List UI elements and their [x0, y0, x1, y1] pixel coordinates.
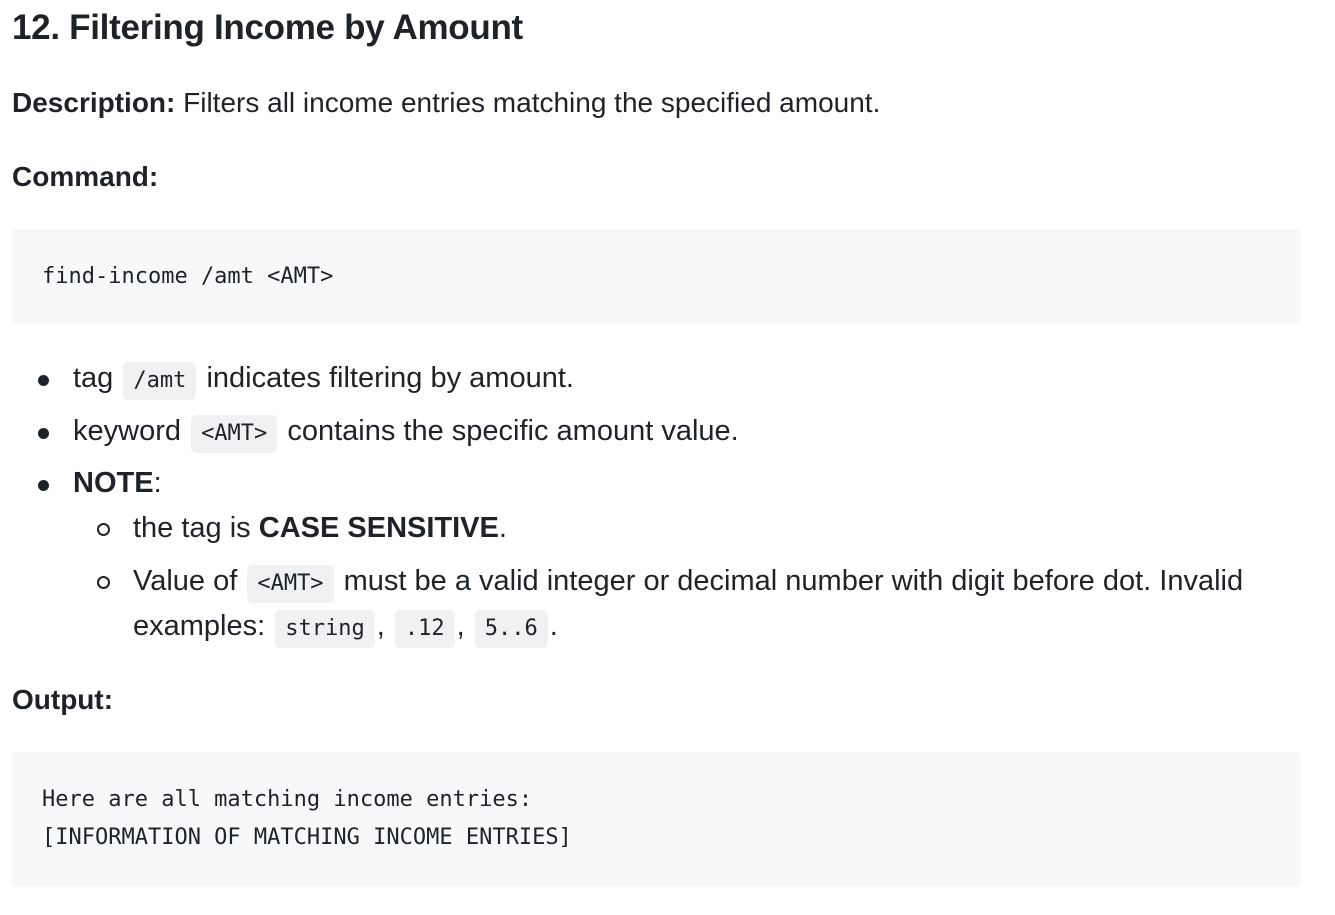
bullet-dot-icon [38, 480, 49, 491]
circle-bullet-icon [97, 576, 110, 589]
description-label: Description: [12, 87, 176, 118]
note-label: NOTE [73, 467, 154, 499]
command-code-line: find-income /amt <AMT> [42, 264, 334, 289]
command-heading: Command: [12, 159, 158, 195]
output-heading: Output: [12, 682, 113, 718]
output-code-block[interactable]: Here are all matching income entries: [I… [12, 752, 1301, 887]
case-prefix: the tag is [133, 512, 259, 544]
keyword-suffix: contains the specific amount value. [287, 415, 739, 447]
value-prefix: Value of [133, 565, 238, 597]
inline-code-example-5dot6: 5..6 [474, 610, 548, 648]
inline-code-amt-tag: /amt [123, 362, 197, 400]
inline-code-amt-value: <AMT> [247, 565, 334, 603]
case-strong: CASE SENSITIVE [258, 512, 499, 544]
command-code-block[interactable]: find-income /amt <AMT> [12, 229, 1301, 324]
command-label: Command: [12, 161, 159, 192]
output-code-line: Here are all matching income entries: [42, 787, 533, 812]
output-label: Output: [12, 684, 114, 715]
example-separator: , [456, 610, 465, 642]
note-colon: : [153, 467, 162, 499]
tag-prefix: tag [73, 362, 114, 394]
section-heading: 12. Filtering Income by Amount [12, 8, 523, 47]
examples-end: . [549, 610, 558, 642]
bullet-dot-icon [38, 428, 49, 439]
description-text: Filters all income entries matching the … [175, 87, 881, 118]
example-separator: , [376, 610, 385, 642]
output-code-line: [INFORMATION OF MATCHING INCOME ENTRIES] [42, 825, 572, 850]
case-suffix: . [498, 512, 507, 544]
circle-bullet-icon [97, 523, 110, 536]
examples-prefix: examples: [133, 610, 266, 642]
value-suffix: must be a valid integer or decimal numbe… [343, 565, 1244, 597]
keyword-prefix: keyword [73, 415, 181, 447]
inline-code-example-string: string [275, 610, 375, 648]
inline-code-example-dot12: .12 [394, 610, 455, 648]
bullet-dot-icon [38, 375, 49, 386]
tag-suffix: indicates filtering by amount. [206, 362, 574, 394]
description-paragraph: Description: Filters all income entries … [12, 85, 880, 121]
inline-code-amt-keyword: <AMT> [191, 415, 278, 453]
